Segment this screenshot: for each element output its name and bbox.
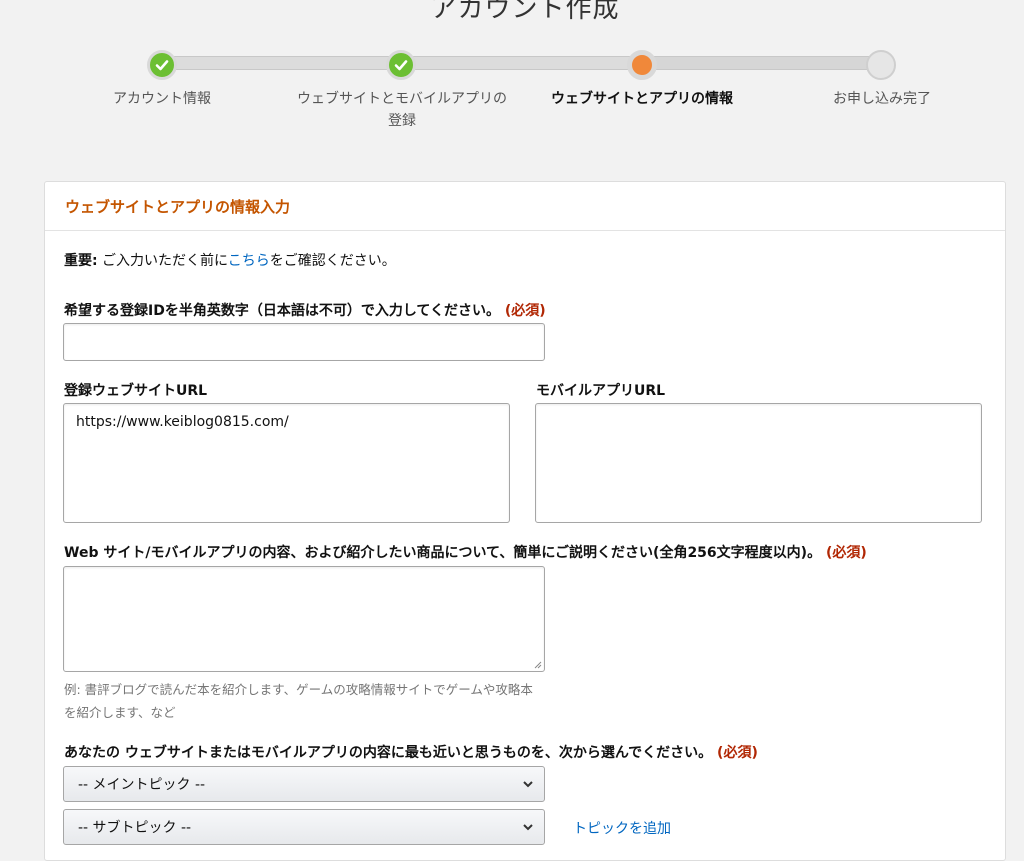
id-label: 希望する登録IDを半角英数字（日本語は不可）で入力してください。 (必須)	[64, 300, 546, 320]
progress-track	[163, 56, 881, 70]
website-url-value: https://www.keiblog0815.com/	[76, 414, 289, 430]
notice-link[interactable]: こちら	[228, 253, 270, 269]
main-topic-value: -- メイントピック --	[78, 777, 206, 793]
description-label-text: Web サイト/モバイルアプリの内容、および紹介したい商品について、簡単にご説明…	[64, 545, 822, 561]
step-label-account: アカウント情報	[113, 91, 211, 107]
topic-label-text: あなたの ウェブサイトまたはモバイルアプリの内容に最も近いと思うものを、次から選…	[64, 745, 713, 761]
chevron-down-icon	[523, 781, 533, 788]
sub-topic-value: -- サブトピック --	[78, 820, 192, 836]
step-label-register-line2: 登録	[388, 113, 416, 129]
website-url-textarea[interactable]: https://www.keiblog0815.com/	[63, 403, 510, 523]
notice-after: をご確認ください。	[269, 253, 396, 269]
website-url-label: 登録ウェブサイトURL	[64, 383, 208, 399]
form-card: ウェブサイトとアプリの情報入力 重要: ご入力いただく前にこちらをご確認ください…	[44, 181, 1006, 861]
sub-topic-select[interactable]: -- サブトピック --	[63, 809, 545, 845]
step-4-pending-icon	[866, 50, 896, 80]
description-hint: 例: 書評ブログで読んだ本を紹介します、ゲームの攻略情報サイトでゲームや攻略本を…	[64, 682, 533, 720]
page-title: アカウント作成	[430, 0, 620, 24]
step-1-complete-icon	[147, 50, 177, 80]
topic-label: あなたの ウェブサイトまたはモバイルアプリの内容に最も近いと思うものを、次から選…	[64, 742, 758, 762]
description-label: Web サイト/モバイルアプリの内容、および紹介したい商品について、簡単にご説明…	[64, 542, 867, 562]
chevron-down-icon	[523, 824, 533, 831]
notice-text: 重要: ご入力いただく前にこちらをご確認ください。	[64, 250, 396, 270]
step-label-register-line1: ウェブサイトとモバイルアプリの	[297, 91, 507, 107]
notice-important: 重要:	[64, 253, 98, 269]
step-3-current-icon	[627, 50, 657, 80]
id-label-text: 希望する登録IDを半角英数字（日本語は不可）で入力してください。	[64, 303, 500, 319]
add-topic-link[interactable]: トピックを追加	[573, 818, 671, 838]
app-url-textarea[interactable]	[535, 403, 982, 523]
step-label-register: ウェブサイトとモバイルアプリの 登録	[272, 88, 532, 132]
step-label-site-info: ウェブサイトとアプリの情報	[551, 91, 733, 107]
notice-before: ご入力いただく前に	[97, 253, 228, 269]
description-required: (必須)	[825, 545, 867, 561]
id-required: (必須)	[504, 303, 546, 319]
description-textarea[interactable]	[63, 566, 545, 672]
topic-required: (必須)	[717, 745, 758, 761]
form-heading: ウェブサイトとアプリの情報入力	[45, 182, 1005, 231]
step-label-complete: お申し込み完了	[833, 91, 931, 107]
registration-id-input[interactable]	[63, 323, 545, 361]
main-topic-select[interactable]: -- メイントピック --	[63, 766, 545, 802]
resize-grip-icon[interactable]	[533, 660, 542, 669]
app-url-label: モバイルアプリURL	[536, 383, 666, 399]
step-2-complete-icon	[386, 50, 416, 80]
